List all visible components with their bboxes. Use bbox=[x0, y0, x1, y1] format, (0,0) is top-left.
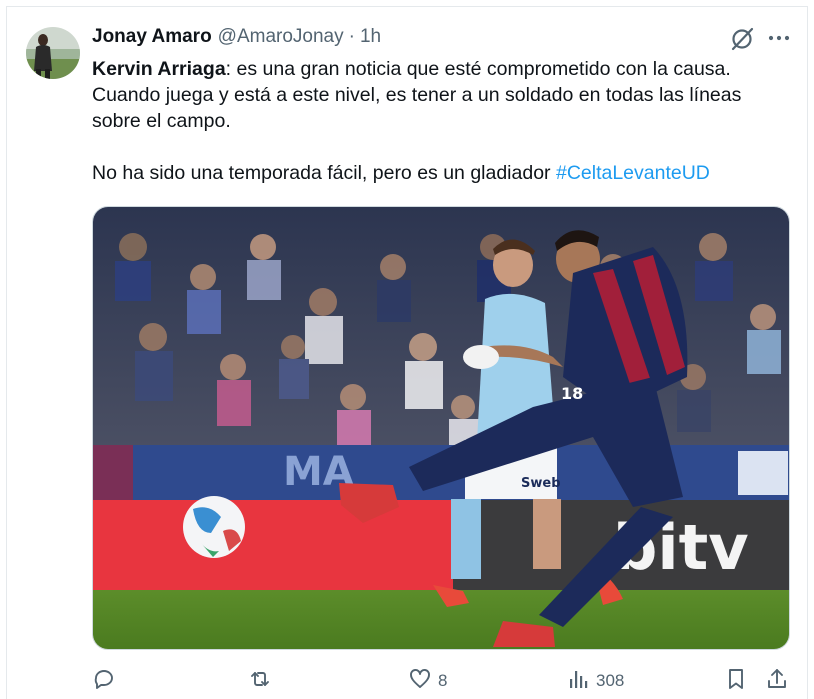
grok-icon[interactable] bbox=[729, 25, 757, 53]
views-count: 308 bbox=[596, 671, 625, 690]
header-separator: · bbox=[348, 26, 355, 47]
share-button[interactable] bbox=[765, 666, 789, 696]
tweet-line-3: sobre el campo. bbox=[92, 110, 231, 132]
heart-icon bbox=[408, 667, 432, 696]
author-avatar[interactable] bbox=[26, 27, 80, 79]
author-name[interactable]: Jonay Amaro bbox=[92, 26, 212, 48]
views-button[interactable]: 308 bbox=[566, 666, 624, 696]
tweet-line-2: Cuando juega y está a este nivel, es ten… bbox=[92, 84, 742, 106]
share-icon bbox=[765, 667, 789, 696]
reply-icon bbox=[92, 667, 116, 696]
repost-icon bbox=[248, 667, 272, 696]
reply-button[interactable] bbox=[92, 666, 116, 696]
hashtag-link[interactable]: #CeltaLevanteUD bbox=[556, 162, 710, 184]
bookmark-button[interactable] bbox=[724, 666, 748, 696]
like-count: 8 bbox=[438, 671, 448, 690]
tweet-actions: 8 308 bbox=[88, 666, 802, 696]
tweet-line-4: No ha sido una temporada fácil, pero es … bbox=[92, 162, 556, 184]
shorts-sponsor: Sweb bbox=[521, 476, 561, 491]
tweet-header: Jonay Amaro @AmaroJonay · 1h bbox=[92, 26, 381, 50]
mention-text: Kervin Arriaga bbox=[92, 58, 226, 80]
tweet-timestamp[interactable]: 1h bbox=[360, 26, 381, 48]
author-handle[interactable]: @AmaroJonay bbox=[218, 26, 344, 48]
bookmark-icon bbox=[724, 667, 748, 696]
tweet-text: Kervin Arriaga: es una gran noticia que … bbox=[92, 56, 792, 186]
repost-button[interactable] bbox=[248, 666, 272, 696]
more-options-icon[interactable] bbox=[766, 25, 792, 51]
tweet-line-1: : es una gran noticia que esté compromet… bbox=[225, 58, 731, 80]
tweet-photo[interactable]: MA bitv Sweb 18 bbox=[92, 206, 790, 650]
views-icon bbox=[566, 667, 590, 696]
shirt-number: 18 bbox=[561, 384, 583, 403]
like-button[interactable]: 8 bbox=[408, 666, 447, 696]
